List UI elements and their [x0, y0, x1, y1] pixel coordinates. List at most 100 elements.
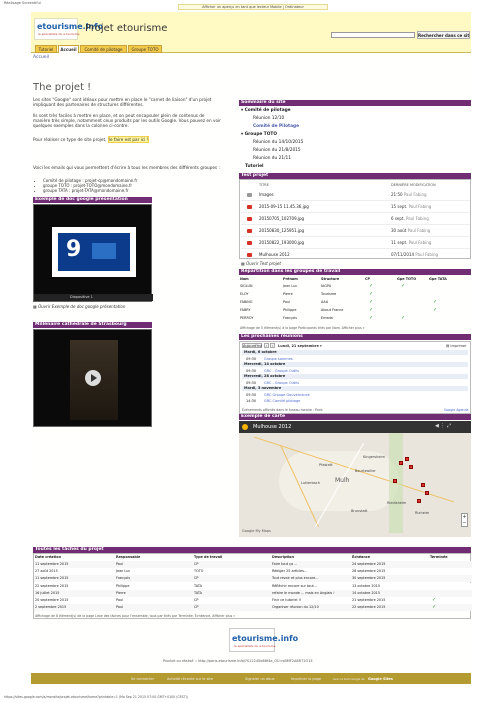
- tab-tutoriel[interactable]: Tutoriel: [35, 45, 57, 53]
- file-name[interactable]: 20150830_125951.jpg: [259, 228, 304, 233]
- map-marker[interactable]: [393, 479, 397, 483]
- map-marker[interactable]: [409, 465, 413, 469]
- print-page-link[interactable]: Imprimer la page: [291, 677, 321, 681]
- file-row[interactable]: Images 21:50 Paul Fabing: [241, 189, 470, 201]
- file-name[interactable]: 20150705_102709.jpg: [259, 216, 304, 221]
- summary-item[interactable]: ▾ Groupe TOTO: [241, 132, 277, 137]
- youtube-embed[interactable]: [33, 329, 152, 427]
- groups-table: Nom Prénom Structure CP Gpe TOTO Gpe TATA SIG…: [239, 276, 471, 334]
- prev-button[interactable]: ‹: [264, 343, 269, 348]
- file-modified: 6 sept. Paul Fabing: [391, 216, 429, 221]
- map-place-label: Mulh: [335, 477, 350, 484]
- recent-activity-link[interactable]: Activité récente sur le site: [167, 677, 213, 681]
- tasks-note[interactable]: Affichage de 8 élément(s) de la page Lis…: [35, 614, 235, 618]
- task-row[interactable]: [34, 589, 472, 597]
- groups-cell: SIGLUN: [240, 284, 253, 288]
- groups-note[interactable]: Affichage de 5 élément(s) à la page Part…: [240, 326, 365, 330]
- groups-col-header[interactable]: Gpe TOTO: [397, 277, 416, 281]
- google-sites-link[interactable]: Google Sites: [368, 677, 393, 681]
- agenda-day: Mardi, 3 novembre: [242, 386, 468, 391]
- agenda-event[interactable]: 14:30 GRC Comité pilotage: [242, 398, 468, 404]
- file-name[interactable]: Mulhouse 2012: [259, 252, 290, 257]
- google-calendar-link[interactable]: Google Agenda: [444, 408, 468, 412]
- col-modified-header[interactable]: DERNIÈRE MODIFICATION: [391, 183, 436, 187]
- task-row[interactable]: [34, 597, 472, 604]
- mobile-preview-banner[interactable]: Afficher un aperçu en tant que lecteur M…: [178, 4, 328, 10]
- summary-item[interactable]: Réunion du 14/10/2015: [253, 140, 303, 145]
- task-row[interactable]: [34, 582, 472, 590]
- file-row[interactable]: Mulhouse 2012 07/11/2014 Paul Fabing: [241, 249, 470, 258]
- search-input[interactable]: [331, 32, 415, 38]
- footer-text[interactable]: Produit ou réalisé :: http://paris.etour…: [163, 659, 313, 663]
- task-cell: Rédiger 25 articles...: [272, 569, 308, 574]
- task-cell: 24 septembre 2015: [352, 562, 386, 566]
- presentation-open-link[interactable]: ▦ Ouvrir Exemple de doc google présentat…: [33, 304, 125, 309]
- tasks-col-header[interactable]: Responsable: [116, 555, 140, 559]
- file-row[interactable]: 2015-09-15 11.45.36.jpg 15 sept. Paul Fab…: [241, 201, 470, 213]
- tasks-col-header[interactable]: Échéance: [352, 555, 370, 559]
- map-embed[interactable]: Mulhouse 2012 ◀ ⋮ ⤢ Mulh Bourtzwiller King…: [239, 421, 471, 537]
- map-marker[interactable]: [405, 457, 409, 461]
- event-title[interactable]: GRC Comité pilotage: [264, 398, 300, 404]
- next-button[interactable]: ›: [270, 343, 275, 348]
- tasks-col-header[interactable]: Type de travail: [194, 555, 222, 559]
- slide-controls[interactable]: Diapositive 1: [34, 294, 153, 301]
- file-row[interactable]: 20150705_102709.jpg 6 sept. Paul Fabing: [241, 213, 470, 225]
- summary-item[interactable]: Réunion du 21/11: [253, 156, 291, 161]
- tasks-col-header[interactable]: Terminée: [430, 555, 448, 559]
- file-name[interactable]: 2015-09-15 11.45.36.jpg: [259, 204, 309, 209]
- map-place-label: Brunstatt: [351, 509, 368, 513]
- file-row[interactable]: 20150830_125951.jpg 30 août Paul Fabing: [241, 225, 470, 237]
- drive-open-link[interactable]: ▦ Ouvrir Test projet: [241, 261, 281, 266]
- map-marker[interactable]: [425, 491, 429, 495]
- emails-intro: Voici les emails qui vous permettent d'é…: [33, 165, 220, 170]
- search-button[interactable]: Rechercher dans ce site: [417, 31, 470, 39]
- map-marker[interactable]: [417, 499, 421, 503]
- tab-accueil[interactable]: Accueil: [58, 45, 79, 53]
- map-section-title: Exemple de carte: [239, 414, 471, 420]
- task-row[interactable]: [34, 568, 472, 576]
- play-icon[interactable]: [85, 370, 101, 386]
- col-title-header[interactable]: TITRE: [259, 183, 269, 187]
- groups-col-header[interactable]: CP: [365, 277, 370, 281]
- map-marker[interactable]: [399, 461, 403, 465]
- sign-in-link[interactable]: Se connecter: [131, 677, 154, 681]
- summary-item[interactable]: Comité de Pilotage: [253, 124, 299, 129]
- task-cell: Philippe: [116, 583, 130, 588]
- email-item[interactable]: groupe TATA : projet-TATA@mondomaine.fr: [43, 188, 137, 193]
- create-site-link[interactable]: le faire est par ici !: [107, 136, 150, 143]
- file-name[interactable]: Images: [259, 192, 274, 197]
- groups-col-header[interactable]: Nom: [240, 277, 249, 281]
- tab-comite-pilotage[interactable]: Comité de pilotage: [80, 45, 127, 53]
- share-icon[interactable]: ◀ ⋮ ⤢: [435, 423, 451, 429]
- zoom-control[interactable]: + −: [461, 513, 468, 527]
- file-name[interactable]: 20150822_193000.jpg: [259, 240, 304, 245]
- summary-item[interactable]: Réunion 12/10: [253, 116, 284, 121]
- tab-groupe-toto[interactable]: Groupe TOTO: [128, 45, 162, 53]
- site-logo[interactable]: etourisme.info le spécialiste du e-touri…: [34, 18, 103, 40]
- groups-col-header[interactable]: Structure: [321, 277, 339, 281]
- today-button[interactable]: Aujourd'hui: [242, 343, 262, 348]
- summary-item[interactable]: ▾ Comité de pilotage: [241, 108, 291, 113]
- presentation-embed[interactable]: 9 Diapositive 1: [33, 204, 153, 302]
- task-row[interactable]: [34, 575, 472, 583]
- breadcrumb[interactable]: Accueil: [33, 55, 49, 60]
- summary-item[interactable]: Tutoriel: [245, 164, 264, 169]
- groups-cell: Emeda: [321, 316, 333, 320]
- site-title[interactable]: Projet etourisme: [85, 23, 167, 34]
- print-button[interactable]: ▤ Imprimer: [446, 344, 467, 348]
- summary-item[interactable]: Réunion du 21/8/2015: [253, 148, 301, 153]
- report-abuse-link[interactable]: Signaler un abus: [245, 677, 274, 681]
- map-icon: [242, 424, 248, 430]
- tasks-col-header[interactable]: Date création: [35, 555, 61, 559]
- calendar-date[interactable]: Lundi, 21 septembre ▾: [278, 344, 322, 348]
- groups-col-header[interactable]: Gpe TATA: [429, 277, 447, 281]
- task-row[interactable]: [34, 561, 472, 568]
- tasks-col-header[interactable]: Description: [272, 555, 294, 559]
- file-row[interactable]: 20150822_193000.jpg 11 sept. Paul Fabing: [241, 237, 470, 249]
- groups-col-header[interactable]: Prénom: [283, 277, 298, 281]
- task-row[interactable]: [34, 604, 472, 612]
- task-cell: Faire tout ça ...: [272, 562, 298, 566]
- map-marker[interactable]: [421, 483, 425, 487]
- footer-logo[interactable]: etourisme.info le spécialiste du e-touri…: [229, 628, 298, 652]
